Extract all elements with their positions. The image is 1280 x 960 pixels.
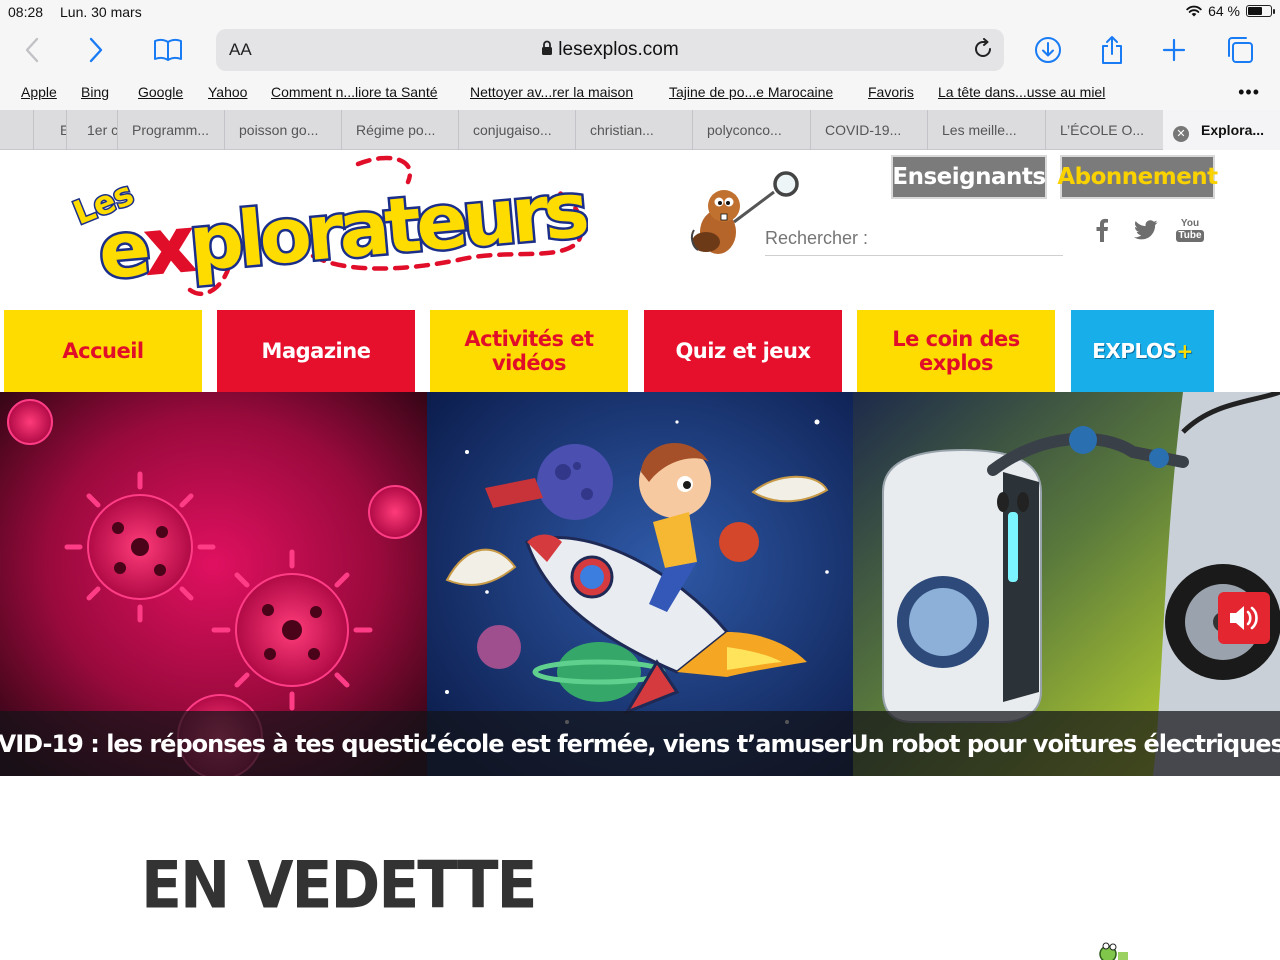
browser-toolbar: AA lesexplos.com bbox=[0, 24, 1280, 78]
download-icon bbox=[1035, 37, 1061, 63]
nav-activites[interactable]: Activités et vidéos bbox=[430, 310, 628, 392]
tab-item[interactable]: Régime po... bbox=[341, 110, 459, 150]
bookmarks-bar: Apple Bing Google Yahoo Comment n...lior… bbox=[0, 78, 1280, 110]
svg-text:explorateurs: explorateurs bbox=[95, 165, 588, 296]
reload-button[interactable] bbox=[972, 38, 994, 65]
bookmark-favoris[interactable]: Favoris bbox=[868, 84, 914, 100]
status-time: 08:28 bbox=[8, 4, 44, 20]
hero-card-ecole[interactable]: L’école est fermée, viens t’amuser! bbox=[427, 392, 853, 776]
tab-item[interactable]: conjugaiso... bbox=[458, 110, 576, 150]
back-button[interactable] bbox=[12, 30, 52, 70]
search-input[interactable] bbox=[765, 222, 1063, 256]
youtube-top: You bbox=[1180, 217, 1200, 229]
bookmark-google[interactable]: Google bbox=[138, 84, 183, 100]
tab-item[interactable]: 1er c bbox=[66, 110, 118, 150]
tab-item[interactable]: christian... bbox=[575, 110, 693, 150]
url-text: lesexplos.com bbox=[558, 39, 679, 60]
book-icon bbox=[154, 38, 182, 61]
bookmark-apple[interactable]: Apple bbox=[21, 84, 57, 100]
tab-item[interactable]: poisson go... bbox=[224, 110, 342, 150]
hero-caption: Un robot pour voitures électriques bbox=[853, 711, 1280, 776]
explos-plus-text: EXPLOS bbox=[1092, 339, 1177, 363]
bookmark-sante[interactable]: Comment n...liore ta Santé bbox=[271, 84, 438, 100]
teachers-button[interactable]: Enseignants bbox=[891, 155, 1047, 199]
subscribe-button[interactable]: Abonnement bbox=[1057, 155, 1218, 199]
tab-item[interactable]: Programm... bbox=[117, 110, 225, 150]
more-bookmarks-button[interactable]: ••• bbox=[1238, 82, 1260, 103]
site-logo[interactable]: Les explorateurs bbox=[58, 152, 588, 302]
twitter-icon[interactable] bbox=[1134, 218, 1158, 242]
youtube-icon[interactable]: You Tube bbox=[1176, 217, 1204, 242]
bookmark-miel[interactable]: La tête dans...usse au miel bbox=[938, 84, 1105, 100]
bookmark-bing[interactable]: Bing bbox=[81, 84, 109, 100]
explos-plus-logo: EXPLOS+ bbox=[1092, 339, 1193, 363]
forward-button[interactable] bbox=[76, 30, 116, 70]
address-bar[interactable]: AA lesexplos.com bbox=[216, 29, 1004, 71]
tab-item[interactable]: Les meille... bbox=[927, 110, 1045, 150]
tab-strip: E 1er c Programm... poisson go... Régime… bbox=[0, 110, 1280, 150]
status-bar: 08:28 Lun. 30 mars 64 % bbox=[0, 0, 1280, 24]
reload-icon bbox=[975, 38, 991, 57]
bookmark-nettoyer[interactable]: Nettoyer av...rer la maison bbox=[470, 84, 633, 100]
hero-carousel: COVID-19 : les réponses à tes questions bbox=[0, 392, 1280, 776]
nav-accueil[interactable]: Accueil bbox=[4, 310, 202, 392]
tab-item[interactable]: COVID-19... bbox=[810, 110, 928, 150]
battery-percent: 64 % bbox=[1208, 3, 1240, 19]
plus-icon bbox=[1162, 38, 1186, 62]
nav-coin-explos[interactable]: Le coin des explos bbox=[857, 310, 1055, 392]
speaker-icon bbox=[1230, 606, 1258, 630]
status-date: Lun. 30 mars bbox=[60, 4, 142, 20]
main-nav: Accueil Magazine Activités et vidéos Qui… bbox=[0, 310, 1280, 392]
lock-icon bbox=[542, 40, 553, 55]
tabs-icon bbox=[1228, 37, 1253, 63]
downloads-button[interactable] bbox=[1028, 30, 1068, 70]
bookmark-tajine[interactable]: Tajine de po...e Marocaine bbox=[669, 84, 833, 100]
wifi-icon bbox=[1186, 5, 1202, 17]
nav-quiz[interactable]: Quiz et jeux bbox=[644, 310, 842, 392]
bookmark-yahoo[interactable]: Yahoo bbox=[208, 84, 247, 100]
close-tab-icon[interactable]: ✕ bbox=[1173, 126, 1189, 142]
sound-toggle-button[interactable] bbox=[1218, 592, 1270, 644]
hero-card-robot[interactable]: Un robot pour voitures électriques bbox=[853, 392, 1280, 776]
hero-card-covid[interactable]: COVID-19 : les réponses à tes questions bbox=[0, 392, 427, 776]
status-right: 64 % bbox=[1186, 3, 1275, 19]
hero-caption: L’école est fermée, viens t’amuser! bbox=[427, 711, 853, 776]
chevron-right-icon bbox=[89, 37, 103, 63]
tabs-overview-button[interactable] bbox=[1220, 30, 1260, 70]
explos-plus-sign: + bbox=[1176, 339, 1193, 363]
tab-active[interactable]: ✕ Explora... bbox=[1163, 110, 1280, 150]
hero-caption: COVID-19 : les réponses à tes questions bbox=[0, 711, 427, 776]
nav-magazine[interactable]: Magazine bbox=[217, 310, 415, 392]
tab-item[interactable]: L’ÉCOLE O... bbox=[1045, 110, 1163, 150]
share-button[interactable] bbox=[1092, 30, 1132, 70]
new-tab-button[interactable] bbox=[1154, 30, 1194, 70]
tab-item[interactable]: polyconco... bbox=[692, 110, 810, 150]
bookmarks-button[interactable] bbox=[148, 30, 188, 70]
character-peek-icon bbox=[1099, 942, 1128, 960]
featured-title: EN VEDETTE bbox=[141, 848, 538, 924]
url-display[interactable]: lesexplos.com bbox=[216, 39, 1004, 61]
tab-item[interactable]: E bbox=[33, 110, 67, 150]
battery-level bbox=[1248, 7, 1263, 15]
site-header: Les explorateurs Enseignants Abonnement … bbox=[0, 150, 1280, 310]
battery-icon bbox=[1246, 5, 1275, 17]
chevron-left-icon bbox=[25, 37, 39, 63]
tab-active-label: Explora... bbox=[1201, 122, 1265, 138]
share-icon bbox=[1102, 36, 1122, 64]
nav-explos-plus[interactable]: EXPLOS+ bbox=[1071, 310, 1214, 392]
facebook-icon[interactable] bbox=[1090, 218, 1114, 242]
youtube-bottom: Tube bbox=[1176, 229, 1204, 242]
